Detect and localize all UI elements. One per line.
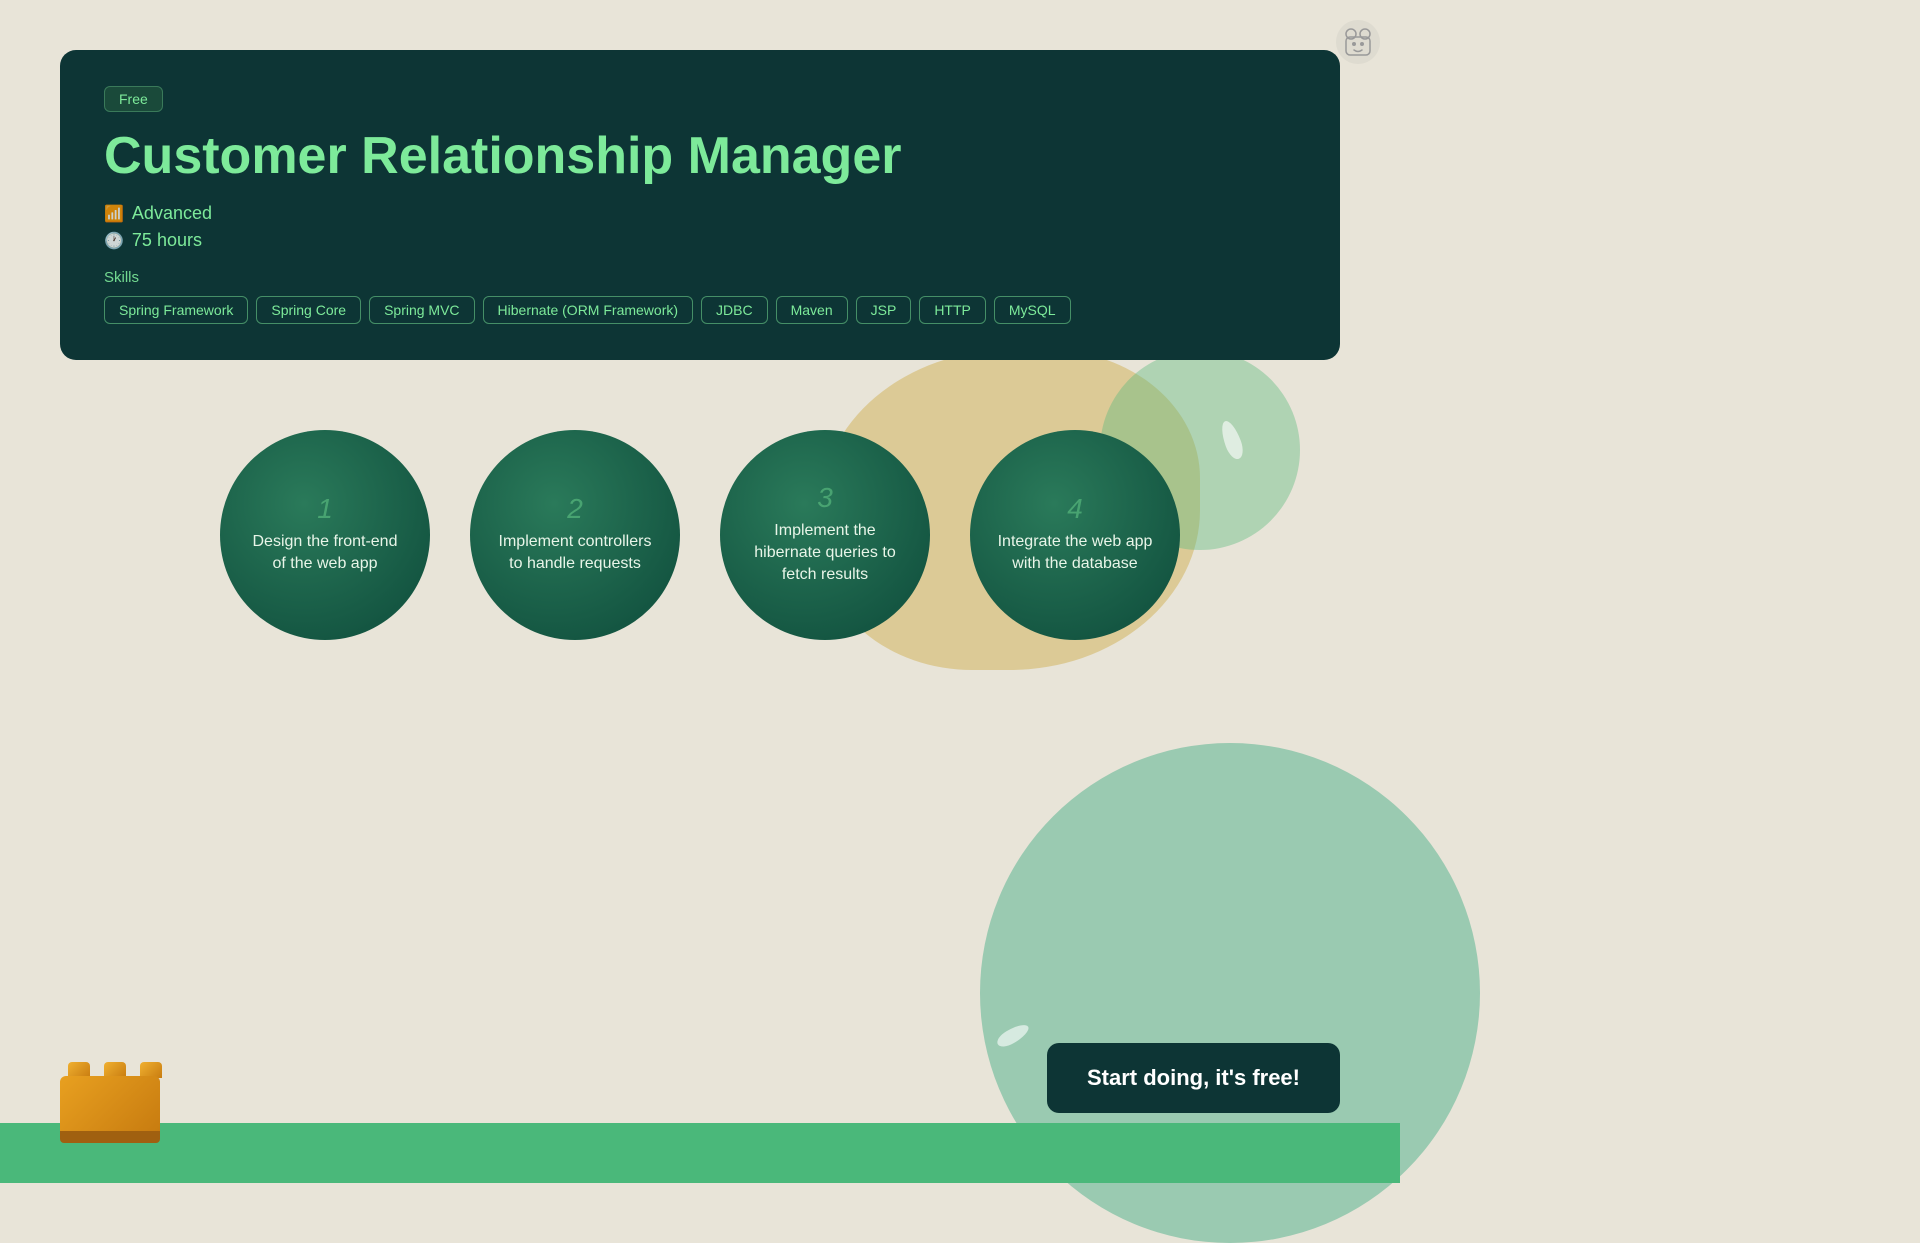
level-label: Advanced <box>132 203 212 224</box>
bear-icon <box>1336 20 1380 64</box>
skills-list: Spring Framework Spring Core Spring MVC Hib… <box>104 296 1296 324</box>
step-text: Design the front-end of the web app <box>244 531 406 576</box>
step-number: 2 <box>567 495 583 523</box>
lego-body <box>60 1076 160 1131</box>
skill-tag: Spring MVC <box>369 296 474 324</box>
skill-tag: MySQL <box>994 296 1071 324</box>
step-text: Integrate the web app with the database <box>994 531 1156 576</box>
skills-label: Skills <box>104 269 1296 286</box>
step-circle: 3 Implement the hibernate queries to fetc… <box>720 430 930 640</box>
step-number: 1 <box>317 495 333 523</box>
skill-tag: Maven <box>776 296 848 324</box>
step-number: 3 <box>817 484 833 512</box>
level-item: 📶 Advanced <box>104 203 1296 224</box>
steps-section: 1 Design the front-end of the web app 2 Imp… <box>60 430 1340 640</box>
header-card: Free Customer Relationship Manager 📶 Adv… <box>60 50 1340 360</box>
skill-tag: JDBC <box>701 296 768 324</box>
duration-item: 🕐 75 hours <box>104 230 1296 251</box>
duration-label: 75 hours <box>132 230 202 251</box>
step-circle: 2 Implement controllers to handle request… <box>470 430 680 640</box>
skill-tag: HTTP <box>919 296 986 324</box>
step-number: 4 <box>1067 495 1083 523</box>
bottom-bar <box>0 1123 1400 1183</box>
step-text: Implement controllers to handle requests <box>494 531 656 576</box>
free-badge: Free <box>104 86 163 112</box>
lego-bottom <box>60 1131 160 1143</box>
cta-button[interactable]: Start doing, it's free! <box>1047 1043 1340 1113</box>
level-icon: 📶 <box>104 204 124 224</box>
step-text: Implement the hibernate queries to fetch… <box>744 520 906 587</box>
course-title: Customer Relationship Manager <box>104 128 1296 185</box>
skill-tag: JSP <box>856 296 912 324</box>
step-circle: 1 Design the front-end of the web app <box>220 430 430 640</box>
step-circle: 4 Integrate the web app with the database <box>970 430 1180 640</box>
main-content: Free Customer Relationship Manager 📶 Adv… <box>0 0 1400 640</box>
skill-tag: Spring Core <box>256 296 361 324</box>
skill-tag: Spring Framework <box>104 296 248 324</box>
lego-brick <box>60 1076 160 1143</box>
clock-icon: 🕐 <box>104 231 124 251</box>
skill-tag: Hibernate (ORM Framework) <box>483 296 693 324</box>
meta-row: 📶 Advanced 🕐 75 hours <box>104 203 1296 251</box>
